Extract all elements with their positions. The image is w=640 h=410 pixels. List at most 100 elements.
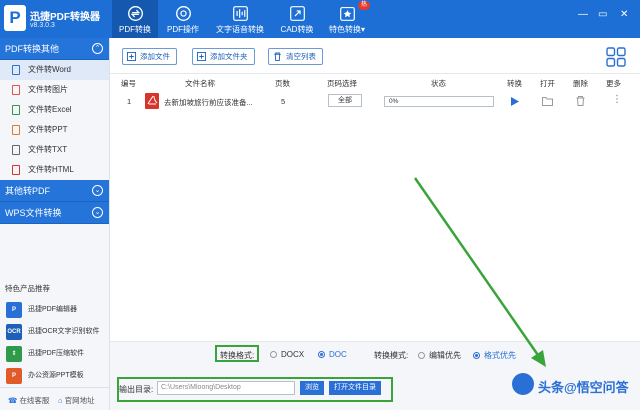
col-page-select: 页码选择 bbox=[327, 79, 357, 88]
clear-list-button[interactable]: 清空列表 bbox=[268, 48, 323, 65]
special-icon bbox=[339, 6, 355, 21]
sidebar-item-to-image[interactable]: 文件转图片 bbox=[0, 80, 109, 100]
html-file-icon bbox=[12, 165, 20, 175]
sidebar-category-other-to-pdf[interactable]: 其他转PDF ⌄ bbox=[0, 180, 109, 202]
col-filename: 文件名称 bbox=[185, 79, 215, 88]
watermark: 头条@悟空问答 bbox=[512, 371, 632, 401]
radio-icon bbox=[418, 352, 425, 359]
sidebar-item-label: 文件转PPT bbox=[28, 125, 68, 134]
button-label: 添加文件 bbox=[140, 52, 170, 61]
status-progress-bar: 0% bbox=[384, 96, 494, 107]
row-pages: 5 bbox=[281, 97, 286, 106]
category-label: 其他转PDF bbox=[5, 186, 51, 196]
tab-label: 特色转换▾ bbox=[328, 25, 365, 34]
option-label: 编辑优先 bbox=[429, 351, 461, 360]
tab-pdf-convert[interactable]: PDF转换 bbox=[112, 0, 158, 38]
radio-selected-icon bbox=[473, 352, 480, 359]
sidebar-item-to-html[interactable]: 文件转HTML bbox=[0, 160, 109, 180]
hot-badge: 热 bbox=[358, 1, 371, 10]
col-convert: 转换 bbox=[507, 79, 522, 88]
col-open: 打开 bbox=[540, 79, 555, 88]
chevron-up-icon: ⌃ bbox=[92, 43, 103, 54]
button-label: 清空列表 bbox=[286, 52, 316, 61]
format-bar: 转换格式: DOCX DOC 转换模式: 编辑优先 格式优先 bbox=[110, 341, 640, 368]
col-status: 状态 bbox=[431, 79, 446, 88]
option-label: 格式优先 bbox=[484, 351, 516, 360]
minimize-button[interactable]: — bbox=[578, 9, 588, 21]
recommend-label: 迅捷PDF压缩软件 bbox=[28, 350, 84, 357]
row-filename: 去新加坡旅行前应该准备... bbox=[164, 98, 253, 107]
sidebar-item-label: 文件转Excel bbox=[28, 105, 72, 114]
recommend-title: 特色产品推荐 bbox=[5, 284, 50, 293]
trash-icon bbox=[274, 52, 281, 61]
ppt-template-icon: P bbox=[6, 368, 22, 384]
headset-icon: ☎ bbox=[8, 396, 20, 405]
option-label: DOCX bbox=[281, 350, 305, 359]
recommend-pdf-editor[interactable]: P 迅捷PDF编辑器 bbox=[6, 302, 77, 320]
image-file-icon bbox=[12, 85, 20, 95]
mode-option-edit[interactable]: 编辑优先 bbox=[418, 350, 461, 361]
play-icon[interactable] bbox=[511, 97, 519, 106]
official-site-link[interactable]: ⌂ 官网地址 bbox=[58, 395, 95, 406]
sidebar-item-to-ppt[interactable]: 文件转PPT bbox=[0, 120, 109, 140]
sidebar-item-to-excel[interactable]: 文件转Excel bbox=[0, 100, 109, 120]
chevron-down-icon: ⌄ bbox=[92, 185, 103, 196]
tab-cad[interactable]: CAD转换 bbox=[274, 0, 320, 38]
recommend-ocr[interactable]: OCR 迅捷OCR文字识别软件 bbox=[6, 324, 100, 342]
watermark-logo-icon bbox=[512, 373, 534, 395]
sidebar-category-pdf-to-other[interactable]: PDF转换其他 ⌃ bbox=[0, 38, 109, 60]
add-folder-button[interactable]: 添加文件夹 bbox=[192, 48, 255, 65]
mode-label: 转换模式: bbox=[374, 351, 409, 360]
radio-selected-icon bbox=[318, 351, 325, 358]
link-label: 在线客服 bbox=[19, 396, 50, 405]
add-folder-icon bbox=[197, 52, 206, 61]
pdf-tools-icon bbox=[175, 6, 191, 21]
format-option-doc[interactable]: DOC bbox=[318, 350, 347, 359]
tab-text-speech[interactable]: 文字语音转换 bbox=[212, 0, 268, 38]
recommend-compress[interactable]: ⇕ 迅捷PDF压缩软件 bbox=[6, 346, 84, 364]
category-label: PDF转换其他 bbox=[5, 44, 60, 54]
sidebar-item-label: 文件转图片 bbox=[28, 85, 68, 94]
cad-icon bbox=[289, 6, 305, 21]
col-index: 编号 bbox=[121, 79, 136, 88]
recommend-label: 迅捷PDF编辑器 bbox=[28, 306, 77, 313]
add-file-icon bbox=[127, 52, 136, 61]
option-label: DOC bbox=[329, 350, 347, 359]
sidebar-item-to-word[interactable]: 文件转Word bbox=[0, 60, 109, 80]
table-row[interactable]: 1 去新加坡旅行前应该准备... 5 全部 0% ⋮ bbox=[110, 90, 640, 112]
sidebar-item-to-txt[interactable]: 文件转TXT bbox=[0, 140, 109, 160]
close-button[interactable]: ✕ bbox=[620, 9, 628, 21]
excel-file-icon bbox=[12, 105, 20, 115]
format-option-docx[interactable]: DOCX bbox=[270, 350, 304, 359]
trash-icon[interactable] bbox=[576, 96, 585, 106]
watermark-text: 头条@悟空问答 bbox=[538, 380, 629, 395]
title-bar: P 迅捷PDF转换器 v8.3.0.3 PDF转换 PDF操作 文字语音转换 C… bbox=[0, 0, 640, 38]
button-label: 添加文件夹 bbox=[210, 52, 248, 61]
mode-option-format[interactable]: 格式优先 bbox=[473, 350, 516, 361]
maximize-button[interactable]: ▭ bbox=[598, 9, 607, 21]
word-file-icon bbox=[12, 65, 20, 75]
add-file-button[interactable]: 添加文件 bbox=[122, 48, 177, 65]
radio-icon bbox=[270, 351, 277, 358]
sidebar-footer: ☎ 在线客服 ⌂ 官网地址 bbox=[0, 387, 110, 410]
more-icon[interactable]: ⋮ bbox=[612, 94, 622, 105]
tab-pdf-tools[interactable]: PDF操作 bbox=[160, 0, 206, 38]
txt-file-icon bbox=[12, 145, 20, 155]
sidebar-category-wps[interactable]: WPS文件转换 ⌄ bbox=[0, 202, 109, 224]
page-select-dropdown[interactable]: 全部 bbox=[328, 94, 362, 107]
category-label: WPS文件转换 bbox=[5, 208, 62, 218]
ppt-file-icon bbox=[12, 125, 20, 135]
sidebar-item-label: 文件转TXT bbox=[28, 145, 68, 154]
convert-icon bbox=[127, 6, 143, 21]
tab-label: CAD转换 bbox=[280, 25, 314, 34]
recommend-ppt-templates[interactable]: P 办公资源PPT模板 bbox=[6, 368, 84, 386]
toolbar: 添加文件 添加文件夹 清空列表 bbox=[110, 38, 640, 74]
row-index: 1 bbox=[127, 97, 132, 106]
audio-wave-icon bbox=[232, 6, 248, 21]
app-logo: P bbox=[4, 5, 26, 31]
online-service-link[interactable]: ☎ 在线客服 bbox=[8, 395, 49, 406]
tab-label: 文字语音转换 bbox=[216, 25, 264, 34]
grid-view-icon[interactable] bbox=[606, 47, 626, 67]
recommend-label: 办公资源PPT模板 bbox=[28, 372, 84, 379]
folder-open-icon[interactable] bbox=[542, 96, 553, 106]
